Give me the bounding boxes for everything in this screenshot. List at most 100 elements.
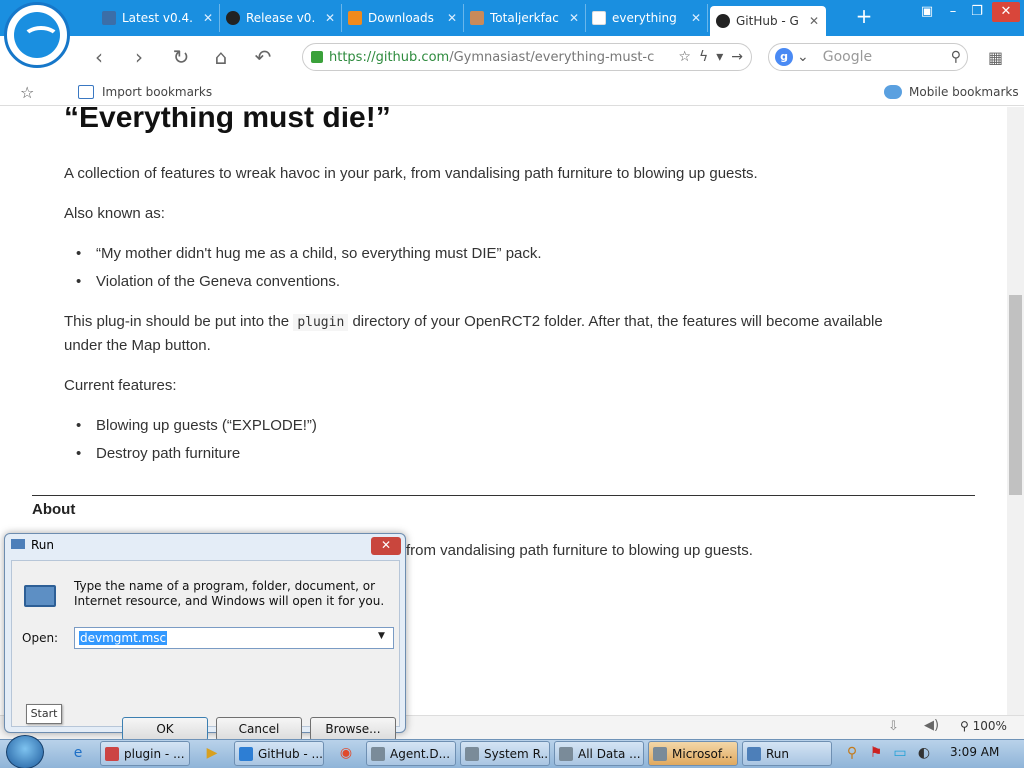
window-close-icon[interactable]: ✕ <box>992 2 1020 22</box>
taskbar-item[interactable]: GitHub - ... <box>234 741 324 766</box>
open-combobox[interactable]: devmgmt.msc <box>74 627 394 649</box>
run-dialog: Run ✕ Type the name of a program, folder… <box>4 533 406 741</box>
home-icon[interactable]: ⌂ <box>208 44 234 70</box>
close-icon[interactable]: ✕ <box>325 11 335 25</box>
dialog-description: Type the name of a program, folder, docu… <box>74 579 385 608</box>
zoom-icon: ⚲ <box>960 719 973 733</box>
download-icon <box>348 11 362 25</box>
close-icon[interactable]: ✕ <box>569 11 579 25</box>
close-icon[interactable]: ✕ <box>447 11 457 25</box>
address-bar[interactable]: https://github.com/Gymnasiast/everything… <box>302 43 752 71</box>
new-tab-button[interactable]: + <box>852 4 876 30</box>
tab-latest[interactable]: Latest v0.4. ✕ <box>96 4 220 32</box>
search-tray-icon[interactable]: ⚲ <box>840 741 864 766</box>
features-label: Current features: <box>64 377 177 394</box>
install-text: This plug-in should be put into the plug… <box>64 313 883 331</box>
go-arrow-icon[interactable]: → <box>731 49 743 65</box>
cancel-button[interactable]: Cancel <box>216 717 302 741</box>
apps-grid-icon[interactable]: ▦ <box>988 48 1008 68</box>
cloud-icon <box>884 85 902 99</box>
search-engine-icon[interactable]: g <box>775 48 793 66</box>
taskbar-item[interactable]: Agent.D... <box>366 741 456 766</box>
lock-icon <box>311 51 323 63</box>
list-item: Violation of the Geneva conventions. <box>76 270 340 294</box>
speaker-icon[interactable]: ◀) <box>924 718 939 733</box>
search-box[interactable]: g ⌄ Google ⚲ <box>768 43 968 71</box>
dialog-close-button[interactable]: ✕ <box>371 537 401 555</box>
mobile-bookmarks[interactable]: Mobile bookmarks <box>884 85 1019 99</box>
record-icon <box>105 746 119 761</box>
volume-icon[interactable]: ◐ <box>912 741 936 766</box>
taskbar-item[interactable]: All Data ... <box>554 741 644 766</box>
run-icon <box>24 585 56 607</box>
document-icon <box>592 11 606 25</box>
search-icon[interactable]: ⚲ <box>951 49 961 65</box>
page-title: “Everything must die!” <box>64 107 391 134</box>
start-tooltip: Start <box>26 704 62 724</box>
download-icon[interactable]: ⇩ <box>888 719 899 734</box>
code-plugin: plugin <box>293 314 349 331</box>
dialog-title: Run <box>11 538 54 552</box>
forward-icon[interactable]: › <box>126 44 152 70</box>
network-icon[interactable]: ▭ <box>888 741 912 766</box>
about-text: from vandalising path furniture to blowi… <box>406 542 753 559</box>
tool-icon <box>102 11 116 25</box>
search-input[interactable]: Google <box>823 49 943 65</box>
taskbar-item-run[interactable]: Run <box>742 741 832 766</box>
reload-icon[interactable]: ↻ <box>168 44 194 70</box>
tab-release[interactable]: Release v0. ✕ <box>220 4 342 32</box>
star-icon[interactable]: ☆ <box>678 49 691 65</box>
window-icon <box>653 746 667 761</box>
back-icon[interactable]: ‹ <box>86 44 112 70</box>
run-icon <box>747 746 761 761</box>
chevron-down-icon[interactable]: ▼ <box>378 631 390 643</box>
browser-logo-icon[interactable] <box>4 2 70 68</box>
browse-button[interactable]: Browse... <box>310 717 396 741</box>
start-button[interactable] <box>6 735 44 768</box>
ok-button[interactable]: OK <box>122 717 208 741</box>
restore-icon[interactable]: ❐ <box>966 2 988 22</box>
window-icon <box>559 746 573 761</box>
import-bookmarks[interactable]: Import bookmarks <box>78 85 212 99</box>
chrome-icon[interactable]: ◉ <box>334 741 358 766</box>
import-icon <box>78 85 94 99</box>
tab-downloads[interactable]: Downloads ✕ <box>342 4 464 32</box>
run-small-icon <box>11 539 25 549</box>
clock[interactable]: 3:09 AM <box>950 745 999 759</box>
list-item: Destroy path furniture <box>76 442 240 466</box>
bookmark-star-icon[interactable]: ☆ <box>20 83 34 102</box>
close-icon[interactable]: ✕ <box>203 11 213 25</box>
tab-totaljerkface[interactable]: Totaljerkfac ✕ <box>464 4 586 32</box>
zoom-level[interactable]: ⚲ 100% <box>960 719 1007 733</box>
minimize-icon[interactable]: – <box>942 2 964 22</box>
scrollbar-thumb[interactable] <box>1009 295 1022 495</box>
close-icon[interactable]: ✕ <box>809 14 819 28</box>
taskbar-item[interactable]: plugin - ... <box>100 741 190 766</box>
lightning-icon[interactable]: ϟ <box>699 49 708 65</box>
intro-text: A collection of features to wreak havoc … <box>64 165 758 182</box>
taskbar-item[interactable]: System R... <box>460 741 550 766</box>
browser-icon <box>239 746 253 761</box>
github-icon <box>226 11 240 25</box>
window-icon <box>465 746 479 761</box>
taskbar-item[interactable]: Microsof... <box>648 741 738 766</box>
undo-close-icon[interactable]: ↶ <box>250 44 276 70</box>
window-icon <box>371 746 385 761</box>
tab-everything[interactable]: everything ✕ <box>586 4 708 32</box>
url-text[interactable]: https://github.com/Gymnasiast/everything… <box>329 50 670 65</box>
open-input-value[interactable]: devmgmt.msc <box>79 631 168 645</box>
chevron-down-icon[interactable]: ⌄ <box>797 49 809 65</box>
chevron-down-icon[interactable]: ▾ <box>716 49 723 65</box>
flag-icon[interactable]: ⚑ <box>864 741 888 766</box>
media-player-icon[interactable]: ▶ <box>200 741 224 766</box>
tab-github-active[interactable]: GitHub - G ✕ <box>710 6 826 36</box>
bookmarks-bar: ☆ Import bookmarks Mobile bookmarks <box>0 80 1024 106</box>
about-heading: About <box>32 501 76 518</box>
aka-label: Also known as: <box>64 205 165 222</box>
ie-icon[interactable]: e <box>66 741 90 766</box>
face-icon <box>470 11 484 25</box>
list-item: Blowing up guests (“EXPLODE!”) <box>76 414 317 438</box>
install-text-line2: under the Map button. <box>64 337 211 354</box>
skin-icon[interactable]: ▣ <box>916 2 938 22</box>
close-icon[interactable]: ✕ <box>691 11 701 25</box>
